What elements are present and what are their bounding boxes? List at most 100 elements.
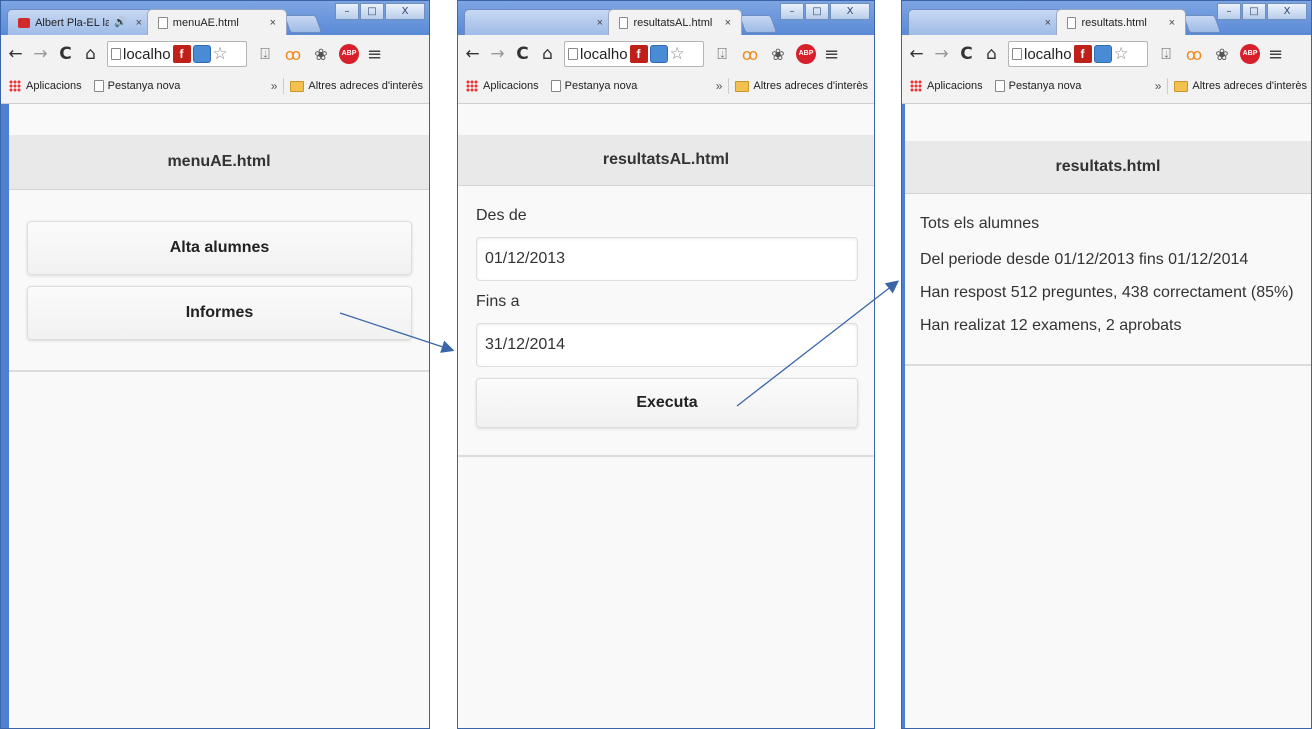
maximize-button[interactable]: □: [360, 3, 384, 20]
to-date-input[interactable]: 31/12/2014: [476, 323, 858, 367]
address-bar[interactable]: localho f ☆: [107, 41, 247, 67]
folder-icon: [735, 80, 750, 92]
close-tab-button[interactable]: ×: [597, 17, 603, 29]
close-tab-button[interactable]: ×: [1169, 17, 1175, 29]
link-extension-icon[interactable]: ꝏ: [1184, 45, 1204, 64]
cube-extension-icon[interactable]: [1093, 45, 1112, 63]
adblock-icon[interactable]: ABP: [1240, 44, 1260, 64]
close-tab-button[interactable]: ×: [725, 17, 731, 29]
menu-icon[interactable]: ≡: [367, 44, 382, 65]
bookmark-apps[interactable]: Aplicacions: [26, 80, 82, 92]
bookmark-new-tab[interactable]: Pestanya nova: [994, 80, 1081, 92]
page-header: menuAE.html: [9, 135, 429, 190]
film-extension-icon[interactable]: ❀: [311, 45, 331, 64]
home-button[interactable]: ⌂: [983, 44, 1000, 64]
browser-window-3: – □ X × resultats.html × ← → C ⌂ localho…: [901, 0, 1312, 729]
bookmarks-overflow-button[interactable]: »: [1155, 79, 1162, 93]
minimize-button[interactable]: –: [1217, 3, 1241, 20]
window-controls: – □ X: [779, 3, 870, 20]
informes-button[interactable]: Informes: [27, 286, 412, 340]
bookmarks-bar: Aplicacions Pestanya nova » Altres adrec…: [1, 73, 429, 99]
tab-youtube[interactable]: Albert Pla-EL la 🔊 ×: [7, 9, 153, 35]
minimize-button[interactable]: –: [335, 3, 359, 20]
browser-window-1: – □ X Albert Pla-EL la 🔊 × menuAE.html ×…: [0, 0, 430, 729]
reload-button[interactable]: C: [958, 44, 975, 64]
minimize-button[interactable]: –: [780, 3, 804, 20]
result-line: Del periode desde 01/12/2013 fins 01/12/…: [920, 251, 1249, 268]
film-extension-icon[interactable]: ❀: [1212, 45, 1232, 64]
close-window-button[interactable]: X: [830, 3, 870, 20]
maximize-button[interactable]: □: [1242, 3, 1266, 20]
bookmark-star-icon[interactable]: ☆: [1114, 44, 1129, 64]
new-tab-button[interactable]: [1182, 15, 1222, 33]
page-icon: [568, 48, 578, 60]
nav-row: ← → C ⌂ localho f ☆ ⍗ ꝏ ❀ ABP ≡: [902, 39, 1311, 69]
close-tab-button[interactable]: ×: [1045, 17, 1051, 29]
page-icon: [619, 16, 629, 29]
forward-button[interactable]: →: [489, 44, 506, 64]
page-header: resultatsAL.html: [458, 135, 874, 186]
maximize-button[interactable]: □: [805, 3, 829, 20]
bookmark-apps[interactable]: Aplicacions: [927, 80, 983, 92]
browser-toolbar: ← → C ⌂ localho f ☆ ⍗ ꝏ ❀ ABP ≡ Aplicaci…: [458, 35, 874, 104]
page-title: menuAE.html: [167, 153, 271, 170]
cube-extension-icon[interactable]: [192, 45, 211, 63]
back-button[interactable]: ←: [464, 44, 481, 64]
forward-button[interactable]: →: [933, 44, 950, 64]
nav-row: ← → C ⌂ localho f ☆ ⍗ ꝏ ❀ ABP ≡: [458, 39, 874, 69]
forward-button[interactable]: →: [32, 44, 49, 64]
download-extension-icon[interactable]: ⍗: [255, 44, 275, 64]
menu-icon[interactable]: ≡: [1268, 44, 1283, 65]
back-button[interactable]: ←: [908, 44, 925, 64]
bookmarks-overflow-button[interactable]: »: [271, 79, 278, 93]
download-extension-icon[interactable]: ⍗: [712, 44, 732, 64]
flash-icon[interactable]: f: [172, 45, 191, 63]
cube-extension-icon[interactable]: [649, 45, 668, 63]
new-tab-button[interactable]: [738, 15, 778, 33]
flash-icon[interactable]: f: [1073, 45, 1092, 63]
execute-button[interactable]: Executa: [476, 378, 858, 428]
page-title: resultats.html: [1055, 158, 1161, 175]
reload-button[interactable]: C: [514, 44, 531, 64]
address-bar[interactable]: localho f ☆: [1008, 41, 1148, 67]
tab-background[interactable]: ×: [464, 9, 614, 35]
close-tab-button[interactable]: ×: [270, 17, 276, 29]
address-bar[interactable]: localho f ☆: [564, 41, 704, 67]
new-tab-button[interactable]: [283, 15, 323, 33]
tab-strip: × resultatsAL.html ×: [464, 9, 778, 35]
film-extension-icon[interactable]: ❀: [768, 45, 788, 64]
bookmarks-overflow-button[interactable]: »: [716, 79, 723, 93]
tab-background[interactable]: ×: [908, 9, 1062, 35]
tab-menuae[interactable]: menuAE.html ×: [147, 9, 287, 35]
close-window-button[interactable]: X: [1267, 3, 1307, 20]
tab-resultatsal[interactable]: resultatsAL.html ×: [608, 9, 742, 35]
bookmark-new-tab[interactable]: Pestanya nova: [93, 80, 180, 92]
download-extension-icon[interactable]: ⍗: [1156, 44, 1176, 64]
close-window-button[interactable]: X: [385, 3, 425, 20]
page-icon: [994, 80, 1005, 92]
bookmark-other[interactable]: Altres adreces d'interès: [1174, 80, 1307, 92]
from-date-input[interactable]: 01/12/2013: [476, 237, 858, 281]
bookmark-apps[interactable]: Aplicacions: [483, 80, 539, 92]
adblock-icon[interactable]: ABP: [796, 44, 816, 64]
link-extension-icon[interactable]: ꝏ: [740, 45, 760, 64]
bookmark-divider: [283, 78, 285, 94]
address-text: localho: [1024, 45, 1072, 63]
page-icon: [111, 48, 121, 60]
alta-alumnes-button[interactable]: Alta alumnes: [27, 221, 412, 275]
bookmark-other[interactable]: Altres adreces d'interès: [735, 80, 868, 92]
menu-icon[interactable]: ≡: [824, 44, 839, 65]
flash-icon[interactable]: f: [629, 45, 648, 63]
bookmark-star-icon[interactable]: ☆: [213, 44, 228, 64]
bookmark-new-tab[interactable]: Pestanya nova: [550, 80, 637, 92]
link-extension-icon[interactable]: ꝏ: [283, 45, 303, 64]
tab-resultats[interactable]: resultats.html ×: [1056, 9, 1186, 35]
reload-button[interactable]: C: [57, 44, 74, 64]
home-button[interactable]: ⌂: [82, 44, 99, 64]
adblock-icon[interactable]: ABP: [339, 44, 359, 64]
home-button[interactable]: ⌂: [539, 44, 556, 64]
back-button[interactable]: ←: [7, 44, 24, 64]
close-tab-button[interactable]: ×: [136, 17, 142, 29]
bookmark-other[interactable]: Altres adreces d'interès: [290, 80, 423, 92]
bookmark-star-icon[interactable]: ☆: [670, 44, 685, 64]
